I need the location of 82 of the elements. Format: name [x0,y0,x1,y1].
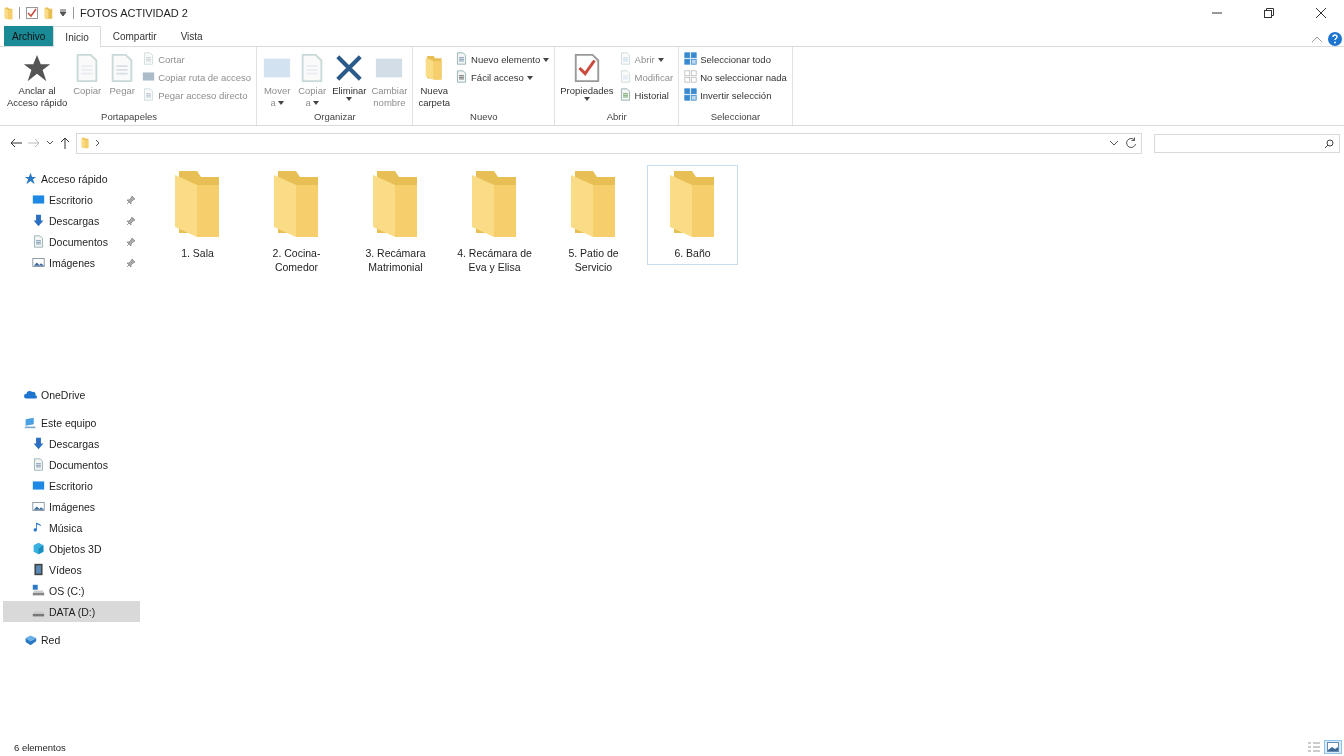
network-icon [24,633,37,646]
cloud-icon [24,388,37,401]
nav-item[interactable]: Imágenes [3,496,140,517]
ribbon-button[interactable]: Invertir selección [682,88,789,103]
file-menu-tab[interactable]: Archivo [4,26,54,46]
ribbon-button[interactable]: No seleccionar nada [682,70,789,85]
ribbon-tab[interactable]: Compartir [100,26,169,46]
ribbon-tab[interactable]: Inicio [53,26,101,47]
nav-item[interactable]: Objetos 3D [3,538,140,559]
window-title: FOTOS ACTIVIDAD 2 [80,7,188,19]
computer-icon [24,416,37,429]
nav-item[interactable]: Descargas [3,433,140,454]
search-field[interactable] [1154,133,1340,153]
refresh-icon[interactable] [1125,137,1137,149]
dropdown-icon[interactable] [1109,140,1119,146]
large-icons-view-button[interactable] [1324,740,1342,754]
group-label: Seleccionar [709,111,762,124]
back-icon[interactable] [10,138,22,148]
list-icon [1308,742,1320,752]
document-icon [32,458,45,471]
chevron-icon [95,139,100,147]
status-text: 6 elementos [14,741,66,753]
nav-item[interactable]: Documentos [3,454,140,475]
film-icon [32,563,45,576]
folder-item[interactable]: 3. Recámara Matrimonial [350,165,441,279]
ribbon-tab[interactable]: Vista [168,26,215,46]
group-label: Nuevo [469,111,499,124]
picture-icon [1327,742,1339,752]
download-icon [32,214,45,227]
properties-icon[interactable] [26,7,38,19]
chevron-down-icon[interactable] [46,140,54,146]
nav-item[interactable]: Acceso rápido [3,168,140,189]
folder-icon [4,6,13,20]
ribbon-button[interactable]: Historial [616,88,676,103]
folder-item[interactable]: 6. Baño [647,165,738,265]
nav-item[interactable]: OS (C:) [3,580,140,601]
cube-icon [32,542,45,555]
nav-item[interactable]: Este equipo [3,412,140,433]
folder-item[interactable]: 5. Patio de Servicio [548,165,639,279]
nav-item[interactable]: Vídeos [3,559,140,580]
image-icon [32,500,45,513]
ribbon-button[interactable]: Fácil acceso [453,70,552,85]
nav-item[interactable]: Red [3,629,140,650]
select-none-icon [684,70,698,83]
invert-selection-icon [684,88,698,101]
image-icon [32,256,45,269]
ribbon-button[interactable]: Anclar al Acceso rápido [5,49,70,111]
nav-item[interactable]: DATA (D:) [3,601,140,622]
desktop-icon [32,479,45,492]
chevron-up-icon[interactable] [1312,36,1322,42]
search-icon [1324,138,1334,149]
folder-item[interactable]: 2. Cocina-Comedor [251,165,342,279]
nav-item[interactable]: Escritorio [3,189,140,210]
ribbon-button[interactable]: Propiedades [558,49,616,111]
drive-icon [32,584,45,597]
ribbon-button[interactable]: Nueva carpeta [416,49,453,111]
ribbon-button[interactable]: Nuevo elemento [453,52,552,67]
close-icon[interactable] [1316,8,1326,18]
ribbon-button[interactable]: Eliminar [330,49,369,111]
download-icon [32,437,45,450]
folder-icon [81,137,89,149]
nav-item[interactable]: Música [3,517,140,538]
document-icon [32,235,45,248]
folder-item[interactable]: 4. Recámara de Eva y Elisa [449,165,540,279]
star-icon [24,172,37,185]
nav-item[interactable]: Escritorio [3,475,140,496]
desktop-icon [32,193,45,206]
help-icon[interactable] [1328,32,1342,46]
folder-item[interactable]: 1. Sala [152,165,243,265]
nav-item[interactable]: OneDrive [3,384,140,405]
select-all-icon [684,52,698,65]
ribbon-button[interactable]: Seleccionar todo [682,52,789,67]
group-label: Abrir [605,111,628,124]
nav-item[interactable]: Imágenes [3,252,140,273]
folder-icon [425,53,444,83]
group-label: Portapapeles [100,111,159,124]
group-label: Organizar [312,111,357,124]
restore-icon[interactable] [1264,8,1274,18]
up-icon[interactable] [60,137,70,149]
nav-item[interactable]: Documentos [3,231,140,252]
nav-item[interactable]: Descargas [3,210,140,231]
address-field[interactable] [76,132,1142,154]
